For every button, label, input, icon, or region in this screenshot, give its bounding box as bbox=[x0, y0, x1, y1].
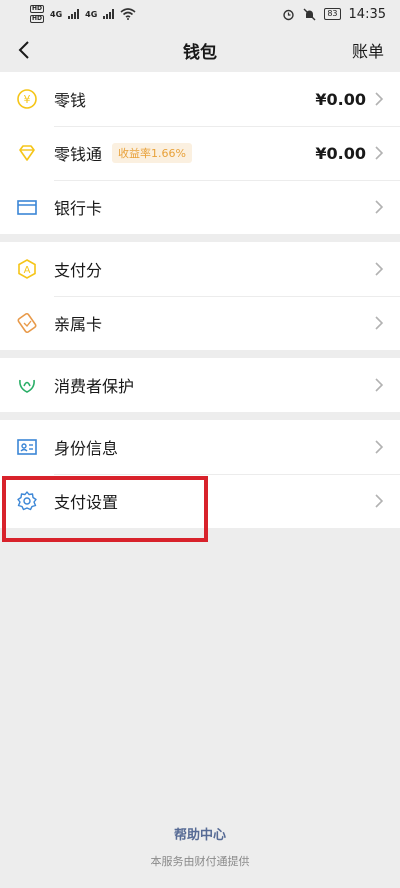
alarm-icon bbox=[283, 9, 295, 20]
mute-bell-icon bbox=[303, 8, 316, 20]
signal-icon bbox=[68, 9, 80, 19]
row-consumer-protection[interactable]: 消费者保护 bbox=[0, 358, 400, 412]
back-button[interactable] bbox=[12, 38, 36, 62]
hd-badge: HD bbox=[30, 15, 45, 23]
chevron-right-icon bbox=[375, 262, 384, 276]
network-indicators: HD HD 4G 4G bbox=[30, 4, 136, 24]
wallet-group-protection: 消费者保护 bbox=[0, 358, 400, 412]
wallet-group-settings: 身份信息 支付设置 bbox=[0, 420, 400, 528]
wallet-group-balance: ¥ 零钱 ¥0.00 零钱通 收益率1.66% ¥0.00 银行卡 bbox=[0, 72, 400, 234]
row-label: 零钱 bbox=[54, 91, 87, 110]
diamond-icon bbox=[16, 142, 38, 164]
clock: 14:35 bbox=[348, 6, 386, 22]
help-center-link[interactable]: 帮助中心 bbox=[0, 824, 400, 843]
page-title: 钱包 bbox=[183, 42, 217, 63]
provider-text: 本服务由财付通提供 bbox=[150, 855, 250, 868]
chevron-right-icon bbox=[375, 494, 384, 508]
chevron-left-icon bbox=[18, 41, 29, 59]
status-bar: HD HD 4G 4G 83 14:35 bbox=[0, 0, 400, 28]
network-type: 4G bbox=[50, 9, 63, 19]
yield-badge: 收益率1.66% bbox=[112, 143, 192, 163]
row-change[interactable]: ¥ 零钱 ¥0.00 bbox=[0, 72, 400, 126]
chevron-right-icon bbox=[375, 316, 384, 330]
row-label: 支付分 bbox=[54, 261, 103, 280]
nav-bar: 钱包 账单 bbox=[0, 28, 400, 72]
row-label: 支付设置 bbox=[54, 493, 119, 512]
row-bank-card[interactable]: 银行卡 bbox=[0, 180, 400, 234]
battery-icon: 83 bbox=[324, 8, 341, 20]
hd-badges: HD HD bbox=[30, 4, 45, 24]
row-label: 亲属卡 bbox=[54, 315, 103, 334]
bill-button[interactable]: 账单 bbox=[352, 38, 384, 62]
row-label: 消费者保护 bbox=[54, 377, 135, 396]
bank-card-icon bbox=[16, 196, 38, 218]
balance-value: ¥0.00 bbox=[315, 89, 366, 109]
chevron-right-icon bbox=[375, 378, 384, 392]
chevron-right-icon bbox=[375, 200, 384, 214]
id-card-icon bbox=[16, 436, 38, 458]
row-label: 身份信息 bbox=[54, 439, 119, 458]
row-change-plus[interactable]: 零钱通 收益率1.66% ¥0.00 bbox=[0, 126, 400, 180]
wifi-icon bbox=[120, 8, 136, 20]
gear-icon bbox=[16, 490, 38, 512]
status-right: 83 14:35 bbox=[282, 7, 386, 22]
footer: 帮助中心 本服务由财付通提供 bbox=[0, 824, 400, 869]
row-payment-settings[interactable]: 支付设置 bbox=[0, 474, 400, 528]
network-type: 4G bbox=[85, 9, 98, 19]
row-label: 银行卡 bbox=[54, 199, 103, 218]
wallet-group-credit: A 支付分 亲属卡 bbox=[0, 242, 400, 350]
pay-score-icon: A bbox=[16, 258, 38, 280]
svg-text:¥: ¥ bbox=[24, 93, 31, 106]
balance-value: ¥0.00 bbox=[315, 143, 366, 163]
yuan-coin-icon: ¥ bbox=[16, 88, 38, 110]
hd-badge: HD bbox=[30, 5, 45, 13]
protection-icon bbox=[16, 374, 38, 396]
chevron-right-icon bbox=[375, 440, 384, 454]
signal-icon bbox=[103, 9, 115, 19]
row-pay-score[interactable]: A 支付分 bbox=[0, 242, 400, 296]
row-identity-info[interactable]: 身份信息 bbox=[0, 420, 400, 474]
row-label: 零钱通 bbox=[54, 145, 103, 164]
chevron-right-icon bbox=[375, 146, 384, 160]
row-family-card[interactable]: 亲属卡 bbox=[0, 296, 400, 350]
svg-text:A: A bbox=[24, 265, 31, 276]
chevron-right-icon bbox=[375, 92, 384, 106]
family-card-icon bbox=[16, 312, 38, 334]
